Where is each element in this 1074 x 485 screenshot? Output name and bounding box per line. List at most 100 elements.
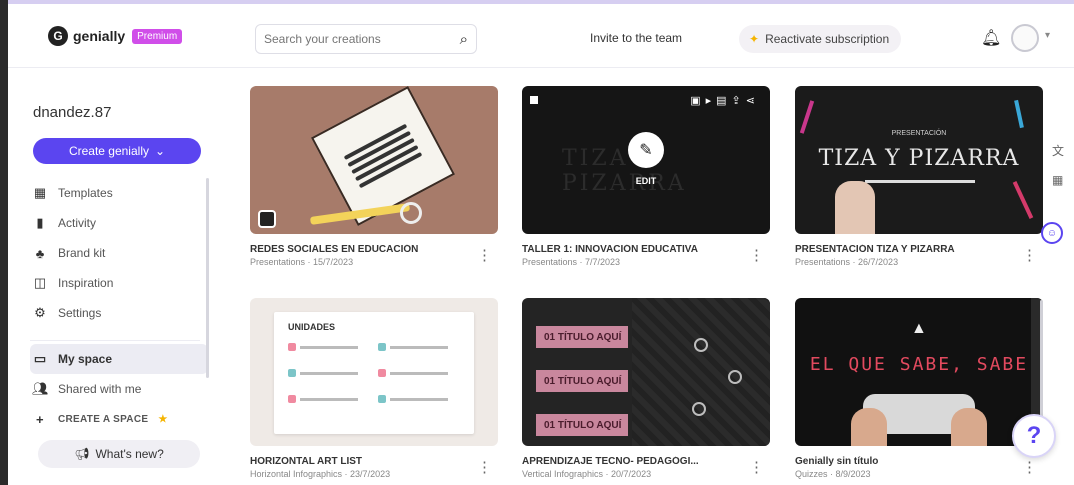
- genially-badge-icon: [258, 210, 276, 228]
- users-icon: 👥︎: [32, 381, 49, 396]
- thumbnail-band: 01 TÍTULO AQUÍ: [536, 370, 628, 392]
- spaces-nav: ▭ My space 👥︎ Shared with me + CREATE A …: [30, 344, 208, 434]
- sidebar-item-label: My space: [58, 352, 113, 366]
- sidebar-item-label: CREATE A SPACE: [58, 413, 149, 425]
- sidebar: dnandez.87 Create genially ⌄ ▦ Templates…: [8, 68, 220, 485]
- select-checkbox[interactable]: [530, 96, 538, 104]
- translate-icon[interactable]: 文: [1052, 142, 1074, 159]
- thumbnail-title: TIZA Y PIZARRA: [818, 146, 1020, 171]
- plus-icon: +: [36, 411, 44, 427]
- magnifier-illustration: [400, 202, 422, 224]
- more-options-icon[interactable]: ⋮: [477, 458, 492, 476]
- sidebar-item-shared[interactable]: 👥︎ Shared with me: [30, 374, 208, 404]
- creation-card[interactable]: UNIDADES HORIZONTAL ART LIST Horizontal …: [250, 298, 498, 479]
- sidebar-item-templates[interactable]: ▦ Templates: [30, 178, 208, 208]
- sidebar-item-settings[interactable]: ⚙ Settings: [30, 298, 208, 328]
- card-subtitle: Quizzes · 8/9/2023: [795, 469, 871, 479]
- sidebar-item-activity[interactable]: ▮ Activity: [30, 208, 208, 238]
- genially-logo-icon: G: [48, 26, 68, 46]
- chalk-illustration: [799, 100, 815, 134]
- thumbnail-text: TIZA Y PIZARRA: [562, 146, 687, 196]
- logo[interactable]: G genially Premium: [48, 26, 183, 46]
- creation-card[interactable]: PRESENTACIÓN TIZA Y PIZARRA PRESENTACIÓN…: [795, 86, 1043, 267]
- reactivate-subscription-button[interactable]: ✦ Reactivate subscription: [739, 25, 902, 53]
- card-title: Genially sin título: [795, 456, 879, 467]
- sidebar-item-label: Settings: [58, 306, 102, 320]
- invite-team-link[interactable]: Invite to the team: [590, 31, 682, 45]
- avatar[interactable]: [1011, 24, 1039, 52]
- card-thumbnail[interactable]: UNIDADES: [250, 298, 498, 446]
- sidebar-item-label: Shared with me: [58, 382, 142, 396]
- circuit-node: [728, 370, 742, 384]
- inspiration-icon: ◫: [33, 275, 47, 290]
- more-options-icon[interactable]: ⋮: [749, 458, 764, 476]
- thumbnail-title: UNIDADES: [288, 322, 336, 332]
- sidebar-item-label: Activity: [58, 216, 97, 230]
- create-genially-button[interactable]: Create genially ⌄: [33, 138, 201, 164]
- sidebar-item-my-space[interactable]: ▭ My space: [30, 344, 208, 374]
- sparkle-icon: ✦: [749, 32, 760, 46]
- creation-card[interactable]: 01 TÍTULO AQUÍ 01 TÍTULO AQUÍ 01 TÍTULO …: [522, 298, 770, 479]
- card-quick-actions[interactable]: ▣▸▤⇪⋖: [690, 94, 760, 107]
- chalk-illustration: [1012, 181, 1034, 219]
- username: dnandez.87: [33, 104, 112, 121]
- more-options-icon[interactable]: ⋮: [1022, 246, 1037, 264]
- chevron-down-icon[interactable]: ▾: [1045, 30, 1050, 41]
- assistant-icon[interactable]: ☺: [1041, 222, 1063, 244]
- card-subtitle: Presentations · 15/7/2023: [250, 257, 354, 267]
- bell-icon[interactable]: 🔔︎: [981, 28, 1001, 48]
- hand-illustration: [835, 181, 875, 234]
- spaceship-icon: ▲: [911, 320, 927, 337]
- card-thumbnail[interactable]: ▲ EL QUE SABE, SABE: [795, 298, 1043, 446]
- thumbnail-underline: [865, 180, 975, 183]
- search-input[interactable]: [264, 32, 444, 46]
- paper-illustration: [310, 86, 456, 226]
- sidebar-item-brand-kit[interactable]: ♣ Brand kit: [30, 238, 208, 268]
- circuit-node: [692, 402, 706, 416]
- sidebar-item-create-space[interactable]: + CREATE A SPACE ★: [30, 404, 208, 434]
- whats-new-label: What's new?: [95, 447, 164, 461]
- grid-icon: ▦: [33, 185, 47, 200]
- card-thumbnail[interactable]: 01 TÍTULO AQUÍ 01 TÍTULO AQUÍ 01 TÍTULO …: [522, 298, 770, 446]
- sidebar-item-inspiration[interactable]: ◫ Inspiration: [30, 268, 208, 298]
- chart-icon: ▮: [36, 215, 44, 230]
- more-options-icon[interactable]: ⋮: [749, 246, 764, 264]
- card-title: APRENDIZAJE TECNO- PEDAGÓGI...: [522, 456, 699, 467]
- apps-icon[interactable]: ▦: [1052, 173, 1074, 187]
- gear-icon: ⚙: [34, 305, 46, 320]
- infographic-sheet: UNIDADES: [274, 312, 474, 434]
- star-icon: ★: [158, 413, 168, 425]
- whats-new-button[interactable]: 📢︎ What's new?: [38, 440, 200, 468]
- brand-icon: ♣: [35, 245, 45, 261]
- top-bar: G genially Premium ⌕ Invite to the team …: [8, 0, 1074, 68]
- card-thumbnail[interactable]: PRESENTACIÓN TIZA Y PIZARRA: [795, 86, 1043, 234]
- sidebar-item-label: Brand kit: [58, 246, 106, 260]
- more-options-icon[interactable]: ⋮: [477, 246, 492, 264]
- megaphone-icon: 📢︎: [74, 447, 90, 461]
- edit-label: EDIT: [635, 176, 657, 186]
- pencil-icon[interactable]: ✎: [628, 132, 664, 168]
- card-subtitle: Vertical Infographics · 20/7/2023: [522, 469, 652, 479]
- content-scrollbar[interactable]: [1040, 300, 1043, 420]
- search-box[interactable]: ⌕: [255, 24, 477, 54]
- creation-card[interactable]: ▣▸▤⇪⋖ TIZA Y PIZARRA ✎ EDIT TALLER 1: IN…: [522, 86, 770, 267]
- chevron-down-icon: ⌄: [154, 144, 166, 158]
- circuit-node: [694, 338, 708, 352]
- more-options-icon[interactable]: ⋮: [1022, 458, 1037, 476]
- search-icon[interactable]: ⌕: [460, 31, 468, 48]
- help-button[interactable]: ?: [1012, 414, 1056, 458]
- plan-badge: Premium: [132, 28, 183, 44]
- creation-card[interactable]: REDES SOCIALES EN EDUCACIÓN Presentation…: [250, 86, 498, 267]
- folder-icon: ▭: [33, 351, 47, 366]
- creation-card[interactable]: ▲ EL QUE SABE, SABE Genially sin título …: [795, 298, 1043, 479]
- hand-illustration: [951, 408, 987, 446]
- card-thumbnail[interactable]: [250, 86, 498, 234]
- card-thumbnail[interactable]: ▣▸▤⇪⋖ TIZA Y PIZARRA ✎ EDIT: [522, 86, 770, 234]
- main-nav: ▦ Templates ▮ Activity ♣ Brand kit ◫ Ins…: [30, 178, 208, 328]
- sidebar-item-label: Templates: [58, 186, 113, 200]
- create-label: Create genially: [68, 144, 149, 158]
- chalk-illustration: [1014, 99, 1024, 129]
- sidebar-scrollbar[interactable]: [206, 178, 209, 378]
- top-accent-line: [8, 0, 1074, 4]
- genially-dashboard: G genially Premium ⌕ Invite to the team …: [0, 0, 1074, 485]
